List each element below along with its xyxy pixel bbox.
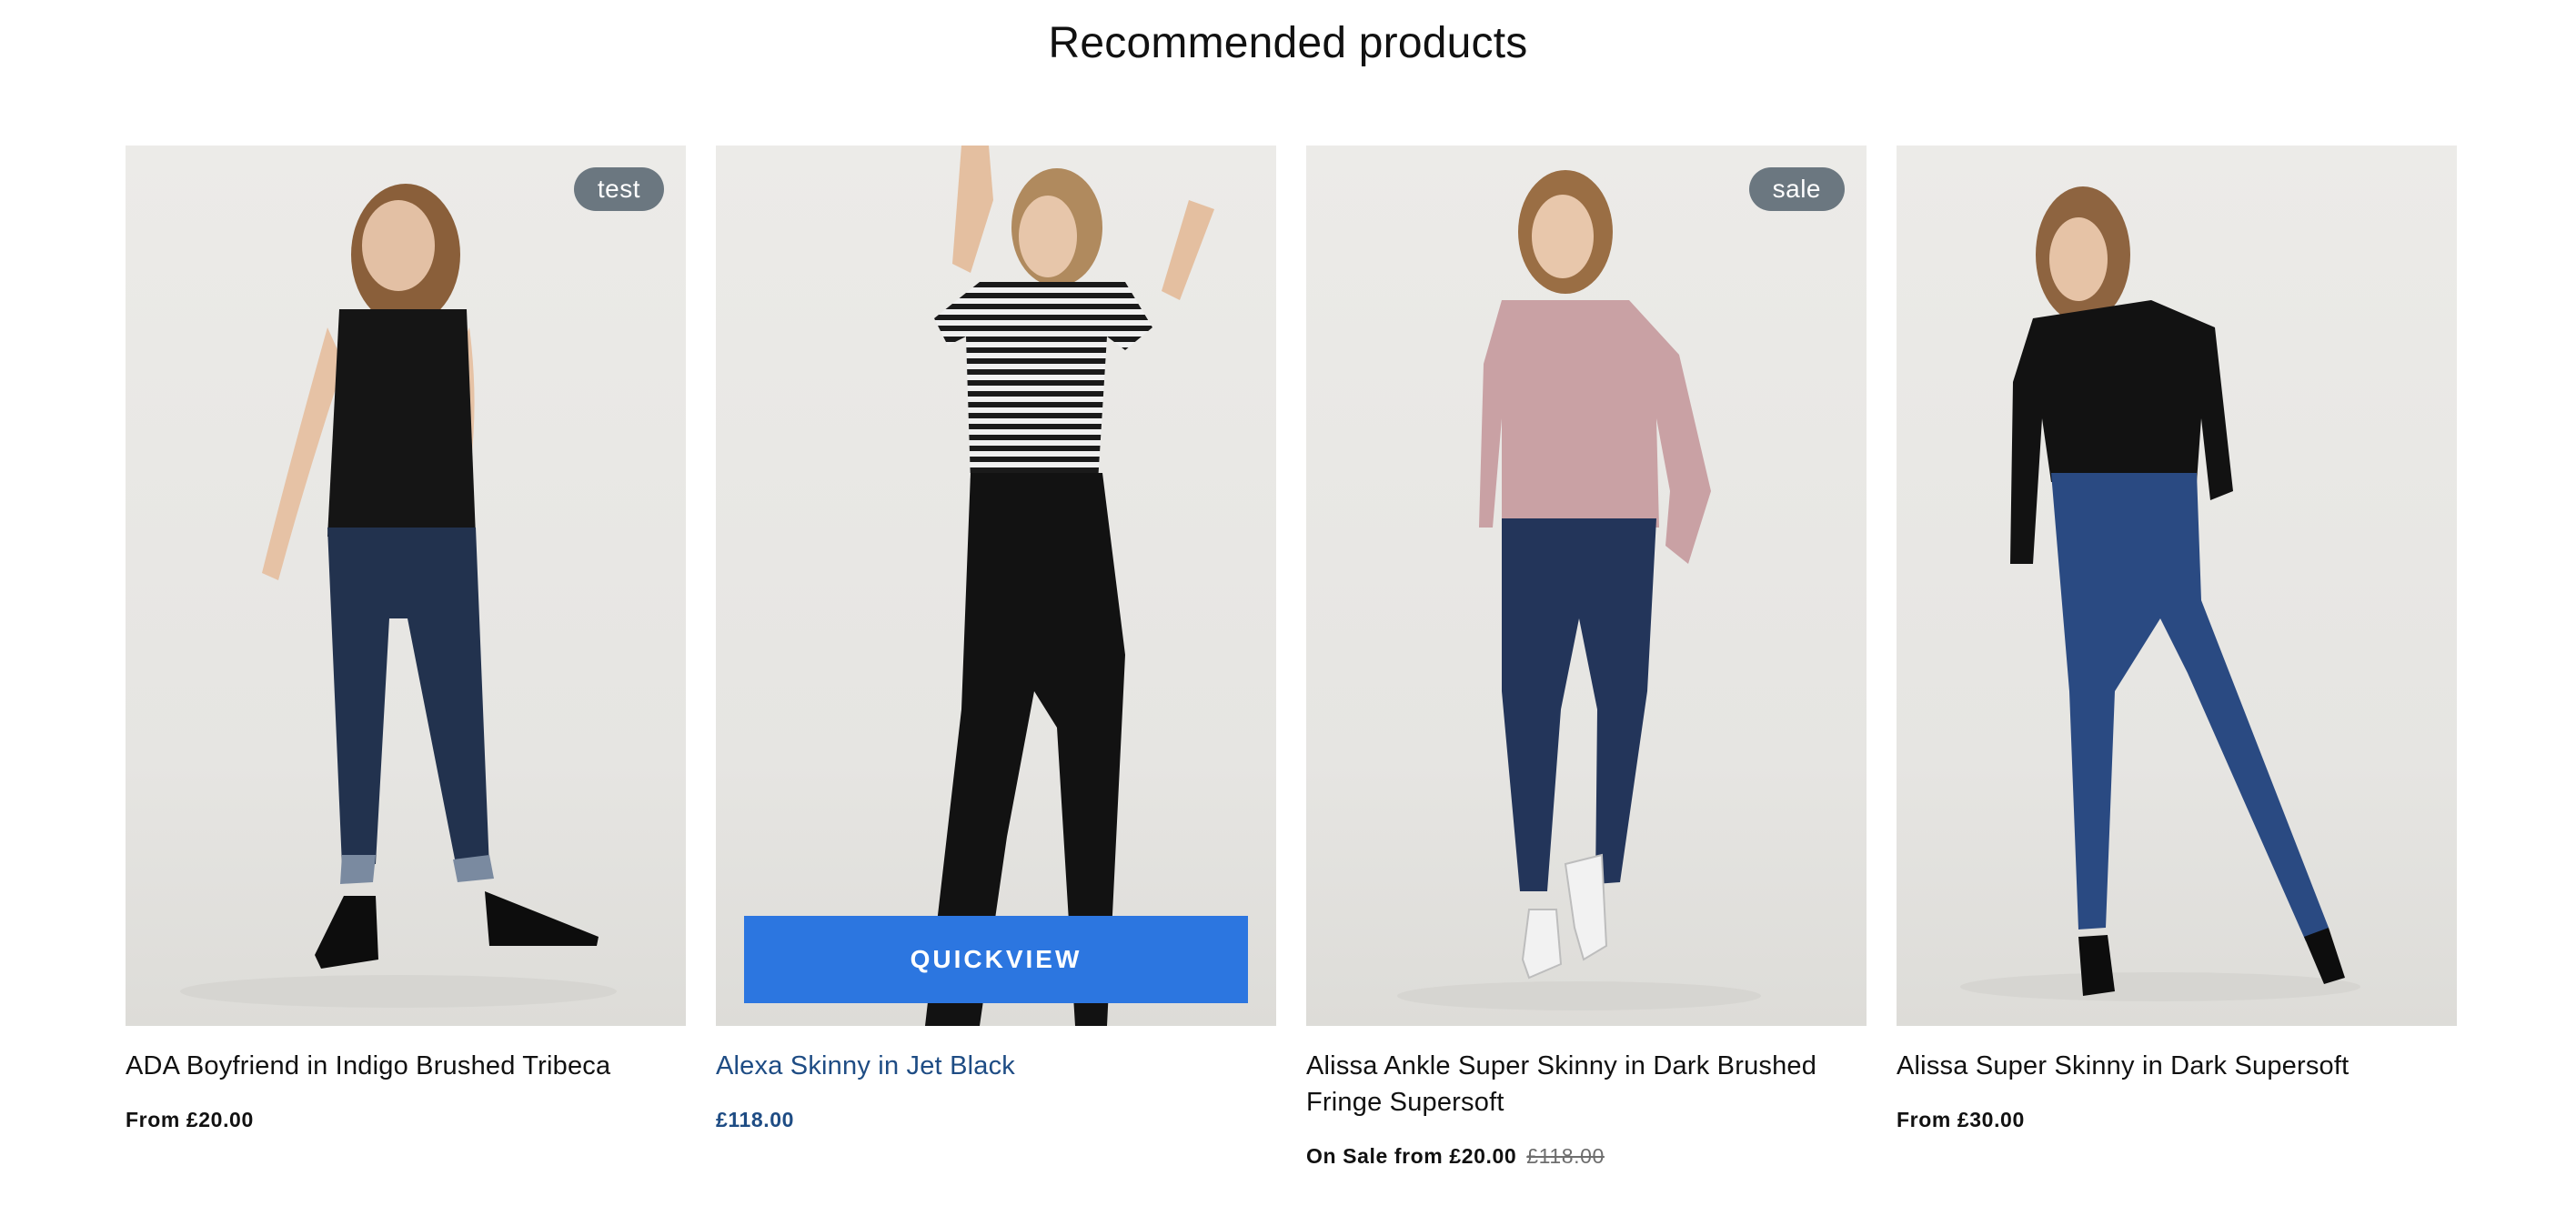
- product-title-link[interactable]: Alexa Skinny in Jet Black: [716, 1048, 1276, 1084]
- model-photo-icon: [180, 184, 617, 1008]
- product-title-link[interactable]: ADA Boyfriend in Indigo Brushed Tribeca: [126, 1048, 686, 1084]
- product-info: Alexa Skinny in Jet Black £118.00: [716, 1026, 1276, 1132]
- product-card[interactable]: QUICKVIEW Alexa Skinny in Jet Black £118…: [716, 146, 1276, 1169]
- product-price: £118.00: [716, 1108, 795, 1131]
- quickview-button[interactable]: QUICKVIEW: [744, 916, 1248, 1003]
- product-image[interactable]: sale: [1306, 146, 1867, 1026]
- model-photo-icon: [1397, 170, 1761, 1010]
- product-grid: test ADA Boyfriend in Indigo Brushed Tri…: [126, 146, 2457, 1169]
- product-price: From £20.00: [126, 1108, 254, 1131]
- product-info: Alissa Ankle Super Skinny in Dark Brushe…: [1306, 1026, 1867, 1169]
- model-photo-icon: [925, 146, 1214, 1026]
- product-card[interactable]: Alissa Super Skinny in Dark Supersoft Fr…: [1897, 146, 2457, 1169]
- product-info: ADA Boyfriend in Indigo Brushed Tribeca …: [126, 1026, 686, 1132]
- product-title-link[interactable]: Alissa Super Skinny in Dark Supersoft: [1897, 1048, 2457, 1084]
- product-card[interactable]: sale Alissa Ankle Super Skinny in Dark B…: [1306, 146, 1867, 1169]
- product-info: Alissa Super Skinny in Dark Supersoft Fr…: [1897, 1026, 2457, 1132]
- sale-price: On Sale from £20.00: [1306, 1144, 1517, 1168]
- section-title: Recommended products: [1048, 19, 1528, 67]
- product-image[interactable]: [1897, 146, 2457, 1026]
- model-photo-icon: [1960, 186, 2360, 1001]
- product-image[interactable]: QUICKVIEW: [716, 146, 1276, 1026]
- product-price: From £30.00: [1897, 1108, 2025, 1131]
- product-badge: test: [573, 167, 664, 211]
- product-image[interactable]: test: [126, 146, 686, 1026]
- recommended-products-page: Recommended products test ADA Boyfriend …: [0, 0, 2576, 1226]
- product-price: On Sale from £20.00 £118.00: [1306, 1144, 1867, 1169]
- compare-at-price: £118.00: [1526, 1144, 1605, 1168]
- product-card[interactable]: test ADA Boyfriend in Indigo Brushed Tri…: [126, 146, 686, 1169]
- product-badge: sale: [1748, 167, 1845, 211]
- product-title-link[interactable]: Alissa Ankle Super Skinny in Dark Brushe…: [1306, 1048, 1867, 1120]
